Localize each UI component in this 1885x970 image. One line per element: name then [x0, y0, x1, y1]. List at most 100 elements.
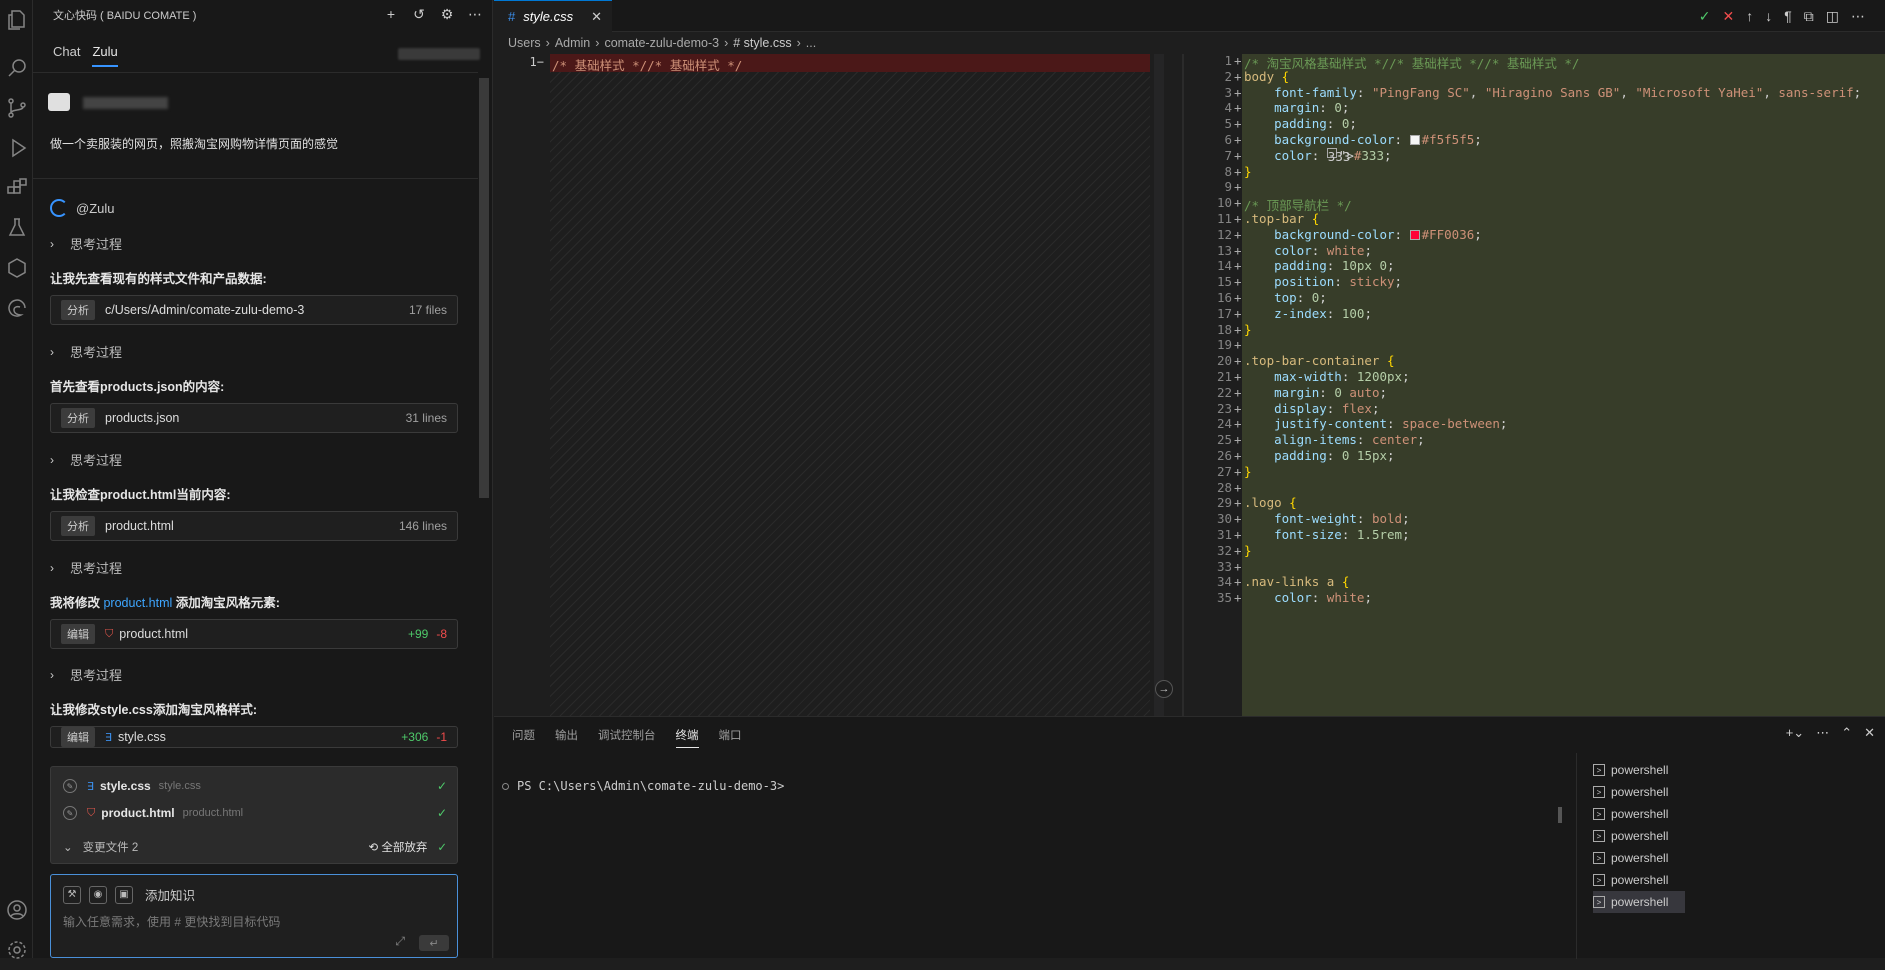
pilcrow-icon[interactable]: ¶	[1784, 8, 1792, 25]
step-card[interactable]: 分析 c/Users/Admin/comate-zulu-demo-3 17 f…	[50, 295, 458, 325]
line-number: 4	[1224, 100, 1232, 116]
close-panel-icon[interactable]: ✕	[1864, 725, 1875, 741]
explorer-icon[interactable]	[0, 0, 33, 40]
editor-tab[interactable]: # style.css ✕	[494, 0, 612, 32]
step-card[interactable]: 分析 products.json 31 lines	[50, 403, 458, 433]
image-icon[interactable]: ▣	[115, 885, 133, 904]
breadcrumb-item[interactable]: comate-zulu-demo-3	[604, 36, 719, 50]
line-number: 9	[1224, 179, 1232, 195]
breadcrumb: Users › Admin › comate-zulu-demo-3 › # styl…	[508, 36, 816, 50]
code-text: color: white;	[1244, 242, 1372, 258]
tab-chat[interactable]: Chat	[53, 44, 80, 67]
line-number: 27	[1216, 463, 1232, 479]
tab-zulu[interactable]: Zulu	[92, 44, 118, 67]
think-toggle[interactable]: › 思考过程	[50, 234, 122, 253]
run-debug-icon[interactable]	[0, 128, 33, 168]
tab-ports[interactable]: 端口	[719, 727, 742, 748]
extensions-icon[interactable]	[0, 168, 33, 208]
close-icon[interactable]: ✕	[591, 9, 602, 25]
terminal-icon: >	[1593, 786, 1605, 798]
accept-check-icon[interactable]: ✓	[1699, 8, 1711, 25]
sidebar-tabs: Chat Zulu	[53, 44, 118, 67]
added-marker: +	[1234, 116, 1242, 132]
code-text: .top-bar-container {	[1244, 353, 1395, 369]
file-link[interactable]: product.html	[103, 596, 172, 610]
settings-gear-icon[interactable]	[0, 930, 33, 970]
add-knowledge-button[interactable]: 添加知识	[145, 885, 195, 904]
arrow-down-icon[interactable]: ↓	[1765, 8, 1772, 25]
terminal-item[interactable]: > powershell	[1593, 891, 1685, 913]
settings-icon[interactable]: ⚙	[439, 6, 455, 22]
chevron-down-icon[interactable]: ⌄	[63, 840, 73, 854]
diff-original-pane[interactable]: 1− /* 基础样式 *//* 基础样式 */	[494, 54, 1152, 716]
check-icon[interactable]: ✓	[437, 779, 447, 793]
breadcrumb-item[interactable]: Users	[508, 36, 541, 50]
changed-file-row[interactable]: ✎ ⛉ product.html product.html ✓	[51, 800, 459, 826]
tab-problems[interactable]: 问题	[512, 727, 535, 748]
reject-x-icon[interactable]: ✕	[1723, 8, 1735, 25]
chat-input[interactable]: ⚒ ◉ ▣ 添加知识 输入任意需求，使用 # 更快找到目标代码 ⤢ ↵	[50, 874, 458, 958]
edge-icon[interactable]	[0, 288, 33, 328]
line-number: 26	[1216, 448, 1232, 463]
terminal-item[interactable]: > powershell	[1593, 803, 1693, 825]
chevron-right-icon: ›	[545, 36, 550, 50]
new-chat-icon[interactable]: +	[383, 6, 399, 22]
revert-arrow-icon[interactable]: →	[1155, 680, 1173, 698]
comate-icon[interactable]	[0, 248, 33, 288]
added-marker: +	[1234, 511, 1242, 527]
maximize-panel-icon[interactable]: ⌃	[1841, 725, 1852, 741]
terminal-item[interactable]: > powershell	[1593, 869, 1693, 891]
added-marker: +	[1234, 179, 1242, 195]
terminal-item[interactable]: > powershell	[1593, 847, 1693, 869]
history-icon[interactable]: ↺	[411, 6, 427, 22]
split-editor-icon[interactable]: ◫	[1826, 8, 1839, 25]
code-line[interactable]: 35 + color: white;	[1194, 590, 1885, 609]
tab-terminal[interactable]: 终端	[675, 727, 699, 748]
source-control-icon[interactable]	[0, 88, 33, 128]
expand-icon[interactable]: ⤢	[395, 934, 405, 949]
think-toggle[interactable]: › 思考过程	[50, 665, 122, 684]
input-placeholder[interactable]: 输入任意需求，使用 # 更快找到目标代码	[63, 913, 280, 930]
tab-output[interactable]: 输出	[555, 727, 578, 748]
step-file: product.html	[105, 519, 174, 533]
diff-divider[interactable]	[1182, 54, 1184, 716]
discard-all-button[interactable]: ⟲ 全部放弃	[369, 839, 428, 855]
step-card[interactable]: 编辑 ∃ style.css +306 -1	[50, 726, 458, 748]
changed-file-name: style.css	[99, 779, 151, 793]
breadcrumb-item[interactable]: Admin	[555, 36, 590, 50]
think-toggle[interactable]: › 思考过程	[50, 450, 122, 469]
css-file-icon: ∃	[87, 780, 94, 793]
terminal-item[interactable]: > powershell	[1593, 781, 1693, 803]
plugin-icon[interactable]: ◉	[89, 885, 107, 904]
added-marker: +	[1234, 384, 1242, 400]
check-icon[interactable]: ✓	[437, 806, 447, 820]
tab-debug-console[interactable]: 调试控制台	[598, 727, 656, 748]
terminal-item[interactable]: > powershell	[1593, 825, 1693, 847]
code-text: .nav-links a {	[1244, 574, 1350, 590]
more-icon[interactable]: ⋯	[467, 6, 483, 22]
step-card[interactable]: 分析 product.html 146 lines	[50, 511, 458, 541]
breadcrumb-item[interactable]: # style.css	[733, 36, 791, 50]
map-icon[interactable]: ⧉	[1804, 8, 1814, 25]
more-icon[interactable]: ⋯	[1816, 725, 1829, 741]
think-toggle[interactable]: › 思考过程	[50, 558, 122, 577]
new-terminal-icon[interactable]: +⌄	[1786, 725, 1804, 741]
more-icon[interactable]: ⋯	[1851, 8, 1865, 25]
breadcrumb-item[interactable]: ...	[806, 36, 816, 50]
terminal-scrollbar[interactable]	[1558, 807, 1562, 823]
account-icon[interactable]	[0, 890, 33, 930]
terminal-prompt-line[interactable]: PS C:\Users\Admin\comate-zulu-demo-3>	[502, 779, 784, 793]
added-marker: +	[1234, 258, 1242, 274]
changed-file-row[interactable]: ✎ ∃ style.css style.css ✓	[51, 773, 459, 799]
sidebar-scrollbar[interactable]	[479, 78, 489, 498]
terminal-item[interactable]: > powershell	[1593, 759, 1693, 781]
testing-icon[interactable]	[0, 208, 33, 248]
step-card[interactable]: 编辑 ⛉ product.html +99 -8	[50, 619, 458, 649]
arrow-up-icon[interactable]: ↑	[1746, 8, 1753, 25]
think-toggle[interactable]: › 思考过程	[50, 342, 122, 361]
tool-icon[interactable]: ⚒	[63, 885, 81, 904]
accept-all-icon[interactable]: ✓	[437, 840, 447, 854]
search-icon[interactable]	[0, 48, 33, 88]
send-icon[interactable]: ↵	[419, 935, 449, 951]
diff-modified-pane[interactable]: 1 +/* 淘宝风格基础样式 *//* 基础样式 *//* 基础样式 */2 + bo…	[1194, 54, 1885, 716]
